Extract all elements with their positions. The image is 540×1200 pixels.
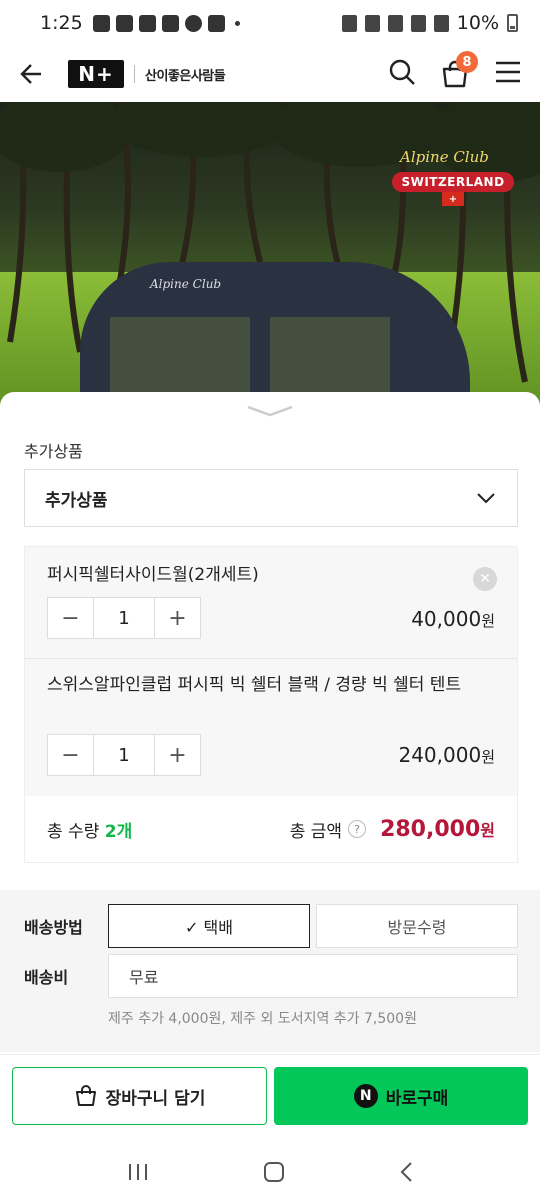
quantity-stepper: − 1 + bbox=[47, 597, 201, 639]
currency-unit: 원 bbox=[481, 612, 495, 630]
buy-now-label: 바로구매 bbox=[385, 1088, 449, 1109]
status-bar: 1:25 10% bbox=[0, 0, 540, 46]
signal-icon bbox=[433, 14, 449, 32]
menu-button[interactable] bbox=[494, 60, 522, 88]
mute-icon bbox=[387, 14, 403, 32]
delivery-option-courier[interactable]: ✓ 택배 bbox=[108, 904, 310, 948]
alert-icon bbox=[115, 14, 133, 32]
product-image: Alpine Club Alpine Club SWITZERLAND + bbox=[0, 102, 540, 412]
action-bar: 장바구니 담기 N 바로구매 bbox=[0, 1054, 540, 1144]
badge-one-icon bbox=[207, 14, 225, 32]
selected-items: 퍼시픽쉘터사이드월(2개세트) ✕ − 1 + 40,000원 스위스알파인클럽… bbox=[24, 546, 518, 863]
search-button[interactable] bbox=[388, 58, 416, 90]
decrease-button[interactable]: − bbox=[48, 735, 93, 775]
minus-icon: − bbox=[61, 605, 80, 631]
buy-now-button[interactable]: N 바로구매 bbox=[274, 1067, 528, 1125]
shipping-fee-label: 배송비 bbox=[24, 968, 69, 987]
shipping-note: 제주 추가 4,000원, 제주 외 도서지역 추가 7,500원 bbox=[108, 1011, 417, 1027]
chevron-down-icon bbox=[477, 493, 495, 504]
alarm-icon bbox=[364, 14, 380, 32]
back-button[interactable] bbox=[18, 60, 46, 88]
addon-select-value: 추가상품 bbox=[45, 490, 108, 511]
sheet-collapse-handle[interactable] bbox=[244, 404, 296, 418]
app-icon bbox=[138, 14, 156, 32]
app-header: N+ 산이좋은사람들 8 bbox=[0, 46, 540, 102]
plus-icon: + bbox=[168, 605, 187, 631]
naver-pay-icon: N bbox=[353, 1084, 378, 1108]
naver-plus-logo[interactable]: N+ bbox=[68, 60, 124, 88]
item-price-value: 240,000 bbox=[398, 743, 482, 767]
minus-icon: − bbox=[61, 742, 80, 768]
hamburger-menu-icon bbox=[496, 61, 520, 83]
item-price-value: 40,000 bbox=[411, 607, 482, 631]
status-time: 1:25 bbox=[40, 12, 83, 34]
chat-icon bbox=[184, 14, 202, 32]
cart-count-badge: 8 bbox=[456, 51, 478, 73]
item-title: 퍼시픽쉘터사이드월(2개세트) bbox=[47, 565, 259, 585]
add-to-cart-label: 장바구니 담기 bbox=[105, 1088, 206, 1109]
plus-icon: + bbox=[168, 742, 187, 768]
gallery-icon bbox=[161, 14, 179, 32]
notification-icons bbox=[92, 14, 240, 32]
brand-script: Alpine Club bbox=[400, 148, 489, 166]
list-item: 스위스알파인클럽 퍼시픽 빅 쉘터 블랙 / 경량 빅 쉘터 텐트 − 1 + … bbox=[25, 659, 517, 797]
total-quantity-value: 2개 bbox=[104, 821, 133, 842]
wifi-icon bbox=[410, 14, 426, 32]
brand-banner: SWITZERLAND bbox=[392, 172, 514, 192]
close-icon: ✕ bbox=[479, 571, 491, 587]
remove-item-button[interactable]: ✕ bbox=[473, 567, 497, 591]
tent-shelter bbox=[80, 262, 470, 412]
increase-button[interactable]: + bbox=[155, 598, 200, 638]
shipping-method-label: 배송방법 bbox=[24, 918, 83, 937]
cart-button[interactable]: 8 bbox=[440, 51, 478, 89]
system-icons: 10% bbox=[341, 12, 518, 34]
quantity-stepper: − 1 + bbox=[47, 734, 201, 776]
alpine-club-logo: Alpine Club SWITZERLAND + bbox=[392, 130, 514, 206]
total-quantity-label: 총 수량 bbox=[47, 821, 100, 842]
total-price-label: 총 금액 bbox=[289, 821, 343, 842]
item-title: 스위스알파인클럽 퍼시픽 빅 쉘터 블랙 / 경량 빅 쉘터 텐트 bbox=[47, 675, 462, 695]
shipping-section: 배송방법 ✓ 택배 방문수령 배송비 무료 제주 추가 4,000원, 제주 외… bbox=[0, 890, 540, 1052]
quantity-value[interactable]: 1 bbox=[93, 598, 155, 638]
search-icon bbox=[389, 59, 415, 85]
addon-select[interactable]: 추가상품 bbox=[24, 469, 518, 527]
total-quantity: 총 수량 2개 bbox=[47, 817, 132, 842]
currency-unit: 원 bbox=[480, 820, 495, 840]
shipping-fee-value: 무료 bbox=[108, 954, 518, 998]
store-name[interactable]: 산이좋은사람들 bbox=[145, 65, 226, 84]
list-item: 퍼시픽쉘터사이드월(2개세트) ✕ − 1 + 40,000원 bbox=[25, 547, 517, 659]
logo-divider bbox=[134, 65, 135, 83]
item-price: 240,000원 bbox=[398, 743, 495, 767]
delivery-option-pickup[interactable]: 방문수령 bbox=[316, 904, 518, 948]
add-to-cart-button[interactable]: 장바구니 담기 bbox=[12, 1067, 267, 1125]
system-back-button[interactable] bbox=[398, 1161, 414, 1183]
order-summary: 총 수량 2개 총 금액 ? 280,000원 bbox=[25, 796, 517, 862]
back-arrow-icon bbox=[20, 64, 41, 84]
more-notifications-icon bbox=[234, 20, 240, 26]
quantity-value[interactable]: 1 bbox=[93, 735, 155, 775]
home-button[interactable] bbox=[263, 1161, 285, 1183]
swiss-flag-icon: + bbox=[442, 192, 464, 206]
battery-icon bbox=[507, 14, 518, 32]
item-price: 40,000원 bbox=[411, 607, 495, 631]
system-navigation bbox=[0, 1144, 540, 1200]
total-price: 280,000원 bbox=[380, 817, 495, 842]
decrease-button[interactable]: − bbox=[48, 598, 93, 638]
currency-unit: 원 bbox=[481, 748, 495, 766]
tent-print-label: Alpine Club bbox=[150, 277, 222, 291]
option-section-label: 추가상품 bbox=[24, 442, 83, 461]
total-price-value: 280,000 bbox=[380, 816, 481, 842]
telegram-icon bbox=[92, 14, 110, 32]
shopping-bag-icon bbox=[75, 1085, 96, 1106]
purchase-sheet: 추가상품 추가상품 퍼시픽쉘터사이드월(2개세트) ✕ − 1 + 40,000… bbox=[0, 392, 540, 1200]
help-icon[interactable]: ? bbox=[348, 820, 367, 838]
battery-saver-icon bbox=[341, 14, 357, 32]
recent-apps-button[interactable] bbox=[126, 1162, 150, 1182]
increase-button[interactable]: + bbox=[155, 735, 200, 775]
battery-percent: 10% bbox=[456, 12, 499, 34]
